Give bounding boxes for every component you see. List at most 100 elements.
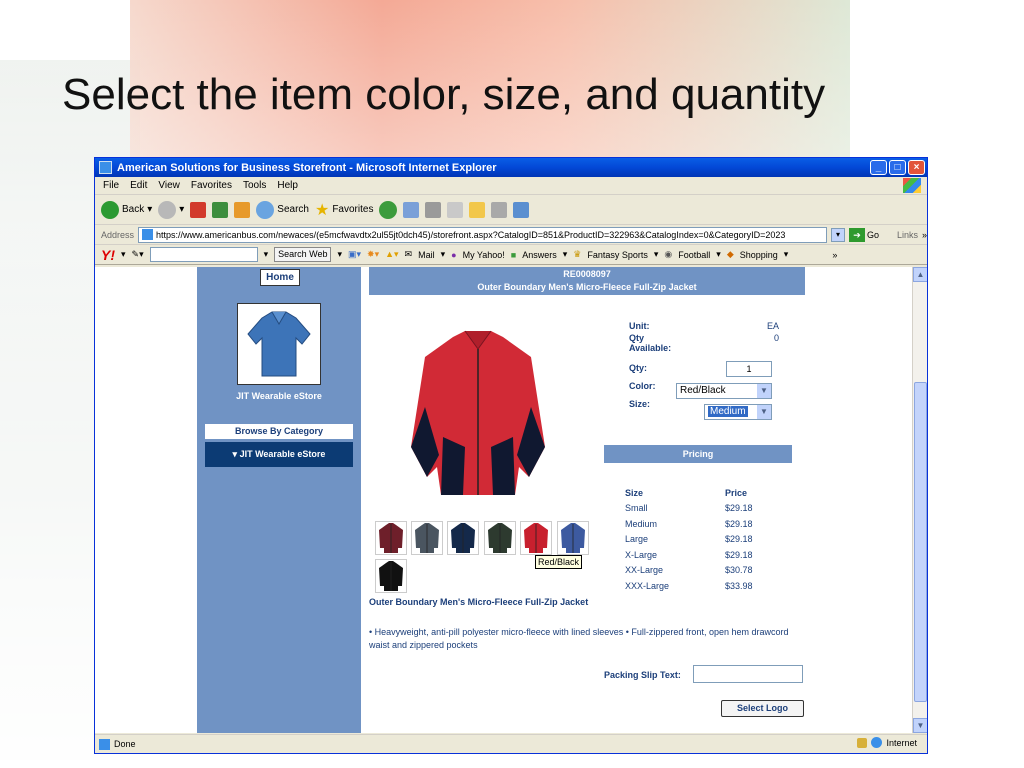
color-swatch[interactable] — [375, 559, 407, 593]
mail-icon[interactable] — [403, 201, 420, 218]
menu-help[interactable]: Help — [277, 180, 298, 191]
product-name: Outer Boundary Men's Micro-Fleece Full-Z… — [477, 282, 697, 292]
football-icon: ◉ — [664, 249, 673, 259]
pricing-heading: Pricing — [604, 445, 792, 463]
print-icon[interactable] — [425, 201, 442, 218]
vertical-scrollbar[interactable]: ▲ ▼ — [912, 267, 927, 733]
window-icon[interactable]: ▣▾ — [348, 249, 361, 260]
address-input[interactable]: https://www.americanbus.com/newaces/(e5m… — [138, 226, 827, 243]
refresh-icon[interactable] — [212, 201, 229, 218]
chevron-down-icon[interactable]: ▾ — [264, 249, 269, 260]
status-text: Done — [114, 739, 136, 749]
table-row: Small $29.18 — [625, 503, 753, 514]
discuss-icon[interactable] — [469, 201, 486, 218]
packing-slip-input[interactable] — [693, 665, 803, 683]
mail-icon[interactable]: ✉ — [405, 249, 413, 260]
history-icon[interactable] — [379, 200, 398, 219]
store-sidebar: Home JIT Wearable eStore Browse By Categ… — [197, 267, 361, 733]
back-button[interactable]: Back ▾ — [101, 200, 152, 219]
description-text: • Heavyweight, anti-pill polyester micro… — [369, 627, 789, 650]
lock-icon — [857, 737, 868, 748]
color-swatch[interactable] — [375, 521, 407, 555]
address-dropdown-icon[interactable]: ▾ — [830, 227, 845, 242]
size-label: Size: — [629, 399, 651, 409]
warning-icon[interactable]: ▲▾ — [385, 249, 398, 260]
scroll-up-icon[interactable]: ▲ — [913, 267, 927, 282]
product-sku: RE0008097 — [563, 269, 611, 279]
menu-file[interactable]: File — [103, 180, 119, 191]
go-arrow-icon: ➔ — [848, 227, 865, 242]
table-row: Large $29.18 — [625, 534, 753, 545]
stop-icon[interactable] — [190, 201, 207, 218]
category-item[interactable]: ▾ JIT Wearable eStore — [205, 442, 353, 467]
home-icon[interactable] — [234, 201, 251, 218]
yahoo-logo[interactable]: Y! — [101, 247, 115, 263]
back-arrow-icon — [101, 200, 119, 219]
minimize-button[interactable]: _ — [870, 160, 887, 175]
search-button[interactable]: Search — [256, 200, 309, 219]
yahoo-search-input[interactable] — [149, 247, 258, 262]
page-done-icon — [99, 738, 110, 750]
favorites-button[interactable]: ★ Favorites — [315, 200, 373, 220]
maximize-button[interactable]: □ — [889, 160, 906, 175]
mail-link[interactable]: Mail — [418, 250, 435, 260]
color-swatch[interactable] — [557, 521, 589, 555]
slide-title: Select the item color, size, and quantit… — [62, 70, 826, 119]
menu-tools[interactable]: Tools — [243, 180, 266, 191]
size-select[interactable]: Medium ▼ — [704, 404, 772, 420]
sun-icon[interactable]: ✸▾ — [367, 249, 379, 260]
color-swatch[interactable] — [520, 521, 552, 555]
window-titlebar[interactable]: American Solutions for Business Storefro… — [95, 158, 927, 177]
color-select[interactable]: Red/Black ▼ — [676, 383, 772, 399]
browse-category-heading: Browse By Category — [205, 424, 353, 439]
search-icon — [256, 200, 275, 219]
star-icon: ★ — [314, 201, 330, 219]
my-yahoo-icon: ● — [451, 249, 457, 260]
quantity-input[interactable]: 1 — [726, 361, 772, 377]
select-logo-button[interactable]: Select Logo — [721, 700, 804, 717]
pencil-icon[interactable]: ✎▾ — [132, 249, 144, 260]
search-web-button[interactable]: Search Web — [274, 247, 332, 262]
windows-logo-icon — [903, 178, 921, 193]
edit-icon[interactable] — [447, 201, 464, 218]
chevron-right-icon[interactable]: » — [922, 230, 927, 240]
go-button[interactable]: ➔ Go — [848, 227, 879, 242]
forward-button[interactable]: ▾ — [158, 200, 184, 219]
scroll-down-icon[interactable]: ▼ — [913, 718, 927, 733]
color-swatch[interactable] — [447, 521, 479, 555]
chevron-down-icon[interactable]: ▾ — [337, 249, 342, 260]
menu-view[interactable]: View — [158, 180, 180, 191]
fantasy-sports-link[interactable]: Fantasy Sports — [587, 250, 648, 260]
close-button[interactable]: × — [908, 160, 925, 175]
address-label: Address — [101, 229, 135, 240]
links-button[interactable]: Links — [897, 230, 918, 240]
menu-bar: File Edit View Favorites Tools Help — [95, 177, 927, 195]
packing-slip-label: Packing Slip Text: — [604, 670, 681, 680]
home-button[interactable]: Home — [260, 269, 300, 286]
answers-link[interactable]: Answers — [522, 250, 557, 260]
messenger-icon[interactable] — [513, 201, 530, 218]
store-thumbnail[interactable] — [237, 303, 321, 385]
product-header: RE0008097 Outer Boundary Men's Micro-Fle… — [369, 267, 805, 295]
shopping-link[interactable]: Shopping — [740, 250, 778, 260]
qty-available-label: Qty Available: — [629, 333, 672, 353]
window-title: American Solutions for Business Storefro… — [117, 161, 497, 174]
my-yahoo-link[interactable]: My Yahoo! — [463, 250, 505, 260]
answers-icon: ■ — [510, 249, 517, 260]
chevron-right-icon[interactable]: » — [832, 250, 837, 260]
color-swatch[interactable] — [484, 521, 516, 555]
standard-toolbar: Back ▾ ▾ Search ★ Favorites — [95, 195, 927, 225]
menu-edit[interactable]: Edit — [130, 180, 147, 191]
store-name[interactable]: JIT Wearable eStore — [197, 391, 361, 401]
research-icon[interactable] — [491, 201, 508, 218]
yahoo-toolbar: Y! ▾ ✎▾ ▾ Search Web ▾ ▣▾ ✸▾ ▲▾ ✉ Mail ▾ … — [95, 245, 927, 265]
color-swatch[interactable] — [411, 521, 443, 555]
security-zone: Internet — [857, 737, 917, 748]
page-icon — [142, 229, 154, 240]
scroll-thumb[interactable] — [914, 382, 927, 702]
football-link[interactable]: Football — [678, 250, 710, 260]
chevron-down-icon[interactable]: ▾ — [121, 249, 126, 260]
menu-favorites[interactable]: Favorites — [191, 180, 232, 191]
shopping-icon: ◆ — [726, 249, 734, 259]
swatch-tooltip: Red/Black — [535, 555, 583, 569]
